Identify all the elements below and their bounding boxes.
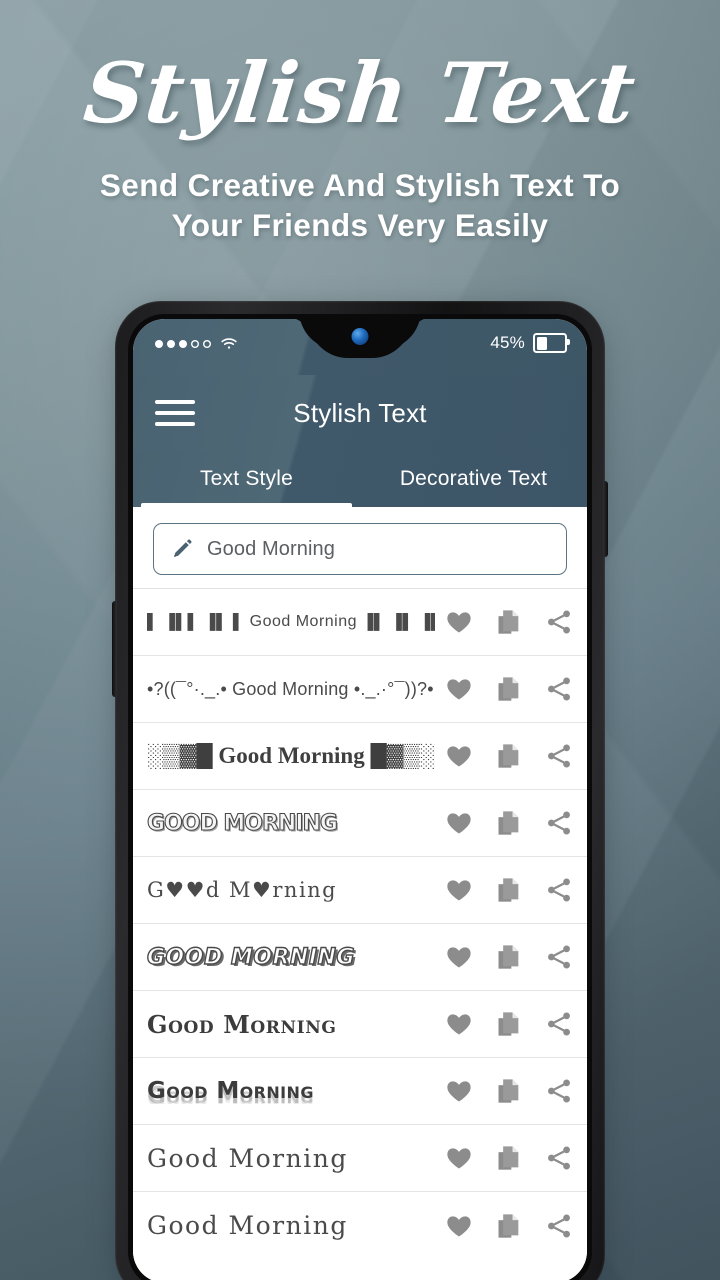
- row-actions: [435, 1010, 573, 1038]
- row-actions: [435, 943, 573, 971]
- app-bar: Stylish Text: [133, 375, 587, 451]
- table-row[interactable]: •?((¯°·._.• Good Morning •._.·°¯))?•: [133, 656, 587, 723]
- table-row[interactable]: ▌ ▐▌▌ ▐▌ ▌ Good Morning ▐▌ ▐▌ ▐▌▌: [133, 589, 587, 656]
- copy-icon[interactable]: [495, 742, 523, 770]
- promo-title: Stylish Text: [79, 44, 641, 142]
- text-input-field[interactable]: Good Morning: [153, 523, 567, 575]
- battery-icon: [533, 333, 570, 353]
- content-area: Good Morning ▌ ▐▌▌ ▐▌ ▌ Good Morning ▐▌ …: [133, 507, 587, 1280]
- battery-percent-label: 45%: [490, 333, 525, 352]
- row-actions: [435, 742, 573, 770]
- share-icon[interactable]: [545, 1144, 573, 1172]
- table-row[interactable]: Good Morning: [133, 991, 587, 1058]
- row-actions: [435, 1077, 573, 1105]
- tab-bar: Text Style Decorative Text: [133, 451, 587, 507]
- share-icon[interactable]: [545, 1212, 573, 1240]
- hamburger-menu-icon[interactable]: [155, 400, 195, 426]
- row-actions: [435, 1212, 573, 1240]
- styled-text-preview: Good Morning: [147, 1211, 348, 1240]
- row-actions: [435, 809, 573, 837]
- copy-icon[interactable]: [495, 943, 523, 971]
- table-row[interactable]: Good Morning: [133, 1058, 587, 1125]
- row-actions: [435, 1144, 573, 1172]
- promo-subtitle-line-2: Your Friends Very Easily: [171, 207, 549, 243]
- copy-icon[interactable]: [495, 675, 523, 703]
- table-row[interactable]: GOOD MORNING: [133, 790, 587, 857]
- front-camera-icon: [351, 328, 369, 345]
- copy-icon[interactable]: [495, 876, 523, 904]
- row-actions: [435, 608, 573, 636]
- phone-mockup: 45% Stylish Text Text Style Decorative T…: [112, 301, 608, 1280]
- heart-icon[interactable]: [445, 1010, 473, 1038]
- share-icon[interactable]: [545, 943, 573, 971]
- volume-button[interactable]: [112, 601, 117, 697]
- promo-screenshot: Stylish Text Send Creative And Stylish T…: [0, 0, 720, 1280]
- share-icon[interactable]: [545, 809, 573, 837]
- heart-icon[interactable]: [445, 1077, 473, 1105]
- styled-text-preview: Good Morning: [147, 1143, 348, 1173]
- copy-icon[interactable]: [495, 608, 523, 636]
- table-row[interactable]: Good Morning: [133, 1192, 587, 1259]
- power-button[interactable]: [603, 481, 608, 557]
- row-actions: [435, 675, 573, 703]
- share-icon[interactable]: [545, 1010, 573, 1038]
- heart-icon[interactable]: [445, 742, 473, 770]
- status-bar: 45%: [133, 319, 587, 375]
- share-icon[interactable]: [545, 608, 573, 636]
- app-title: Stylish Text: [293, 397, 427, 428]
- table-row[interactable]: Good Morning: [133, 1125, 587, 1192]
- styled-text-preview: Good Morning: [147, 1078, 314, 1104]
- heart-icon[interactable]: [445, 675, 473, 703]
- status-bar-right: 45%: [490, 333, 570, 353]
- wifi-icon: [220, 337, 238, 350]
- copy-icon[interactable]: [495, 1212, 523, 1240]
- table-row[interactable]: ░▒▓█ Good Morning █▓▒░: [133, 723, 587, 790]
- copy-icon[interactable]: [495, 1077, 523, 1105]
- styled-text-preview: G♥♥d M♥rning: [147, 878, 338, 902]
- copy-icon[interactable]: [495, 1144, 523, 1172]
- status-bar-left: [155, 337, 238, 350]
- tab-text-style[interactable]: Text Style: [133, 451, 360, 507]
- row-actions: [435, 876, 573, 904]
- heart-icon[interactable]: [445, 1212, 473, 1240]
- styled-text-preview: •?((¯°·._.• Good Morning •._.·°¯))?•: [147, 678, 434, 699]
- table-row[interactable]: G♥♥d M♥rning: [133, 857, 587, 924]
- heart-icon[interactable]: [445, 608, 473, 636]
- style-list: ▌ ▐▌▌ ▐▌ ▌ Good Morning ▐▌ ▐▌ ▐▌▌ •?((¯°…: [133, 588, 587, 1259]
- styled-text-preview: Good Morning: [147, 1009, 337, 1039]
- signal-dots-icon: [155, 339, 211, 348]
- text-input-value: Good Morning: [207, 537, 335, 560]
- heart-icon[interactable]: [445, 943, 473, 971]
- promo-header: Stylish Text Send Creative And Stylish T…: [0, 0, 720, 245]
- share-icon[interactable]: [545, 876, 573, 904]
- heart-icon[interactable]: [445, 876, 473, 904]
- promo-subtitle-line-1: Send Creative And Stylish Text To: [99, 167, 621, 203]
- share-icon[interactable]: [545, 1077, 573, 1105]
- heart-icon[interactable]: [445, 809, 473, 837]
- copy-icon[interactable]: [495, 1010, 523, 1038]
- promo-subtitle: Send Creative And Stylish Text To Your F…: [0, 165, 720, 245]
- table-row[interactable]: GOOD MORNING: [133, 924, 587, 991]
- pencil-icon: [171, 538, 193, 560]
- styled-text-preview: GOOD MORNING: [147, 944, 355, 970]
- input-container: Good Morning: [133, 507, 587, 588]
- tab-decorative-text[interactable]: Decorative Text: [360, 451, 587, 507]
- styled-text-preview: GOOD MORNING: [147, 810, 339, 836]
- share-icon[interactable]: [545, 742, 573, 770]
- phone-screen: 45% Stylish Text Text Style Decorative T…: [133, 319, 587, 1280]
- styled-text-preview: ░▒▓█ Good Morning █▓▒░: [147, 743, 435, 768]
- copy-icon[interactable]: [495, 809, 523, 837]
- styled-text-preview: ▌ ▐▌▌ ▐▌ ▌ Good Morning ▐▌ ▐▌ ▐▌▌: [147, 613, 435, 630]
- share-icon[interactable]: [545, 675, 573, 703]
- heart-icon[interactable]: [445, 1144, 473, 1172]
